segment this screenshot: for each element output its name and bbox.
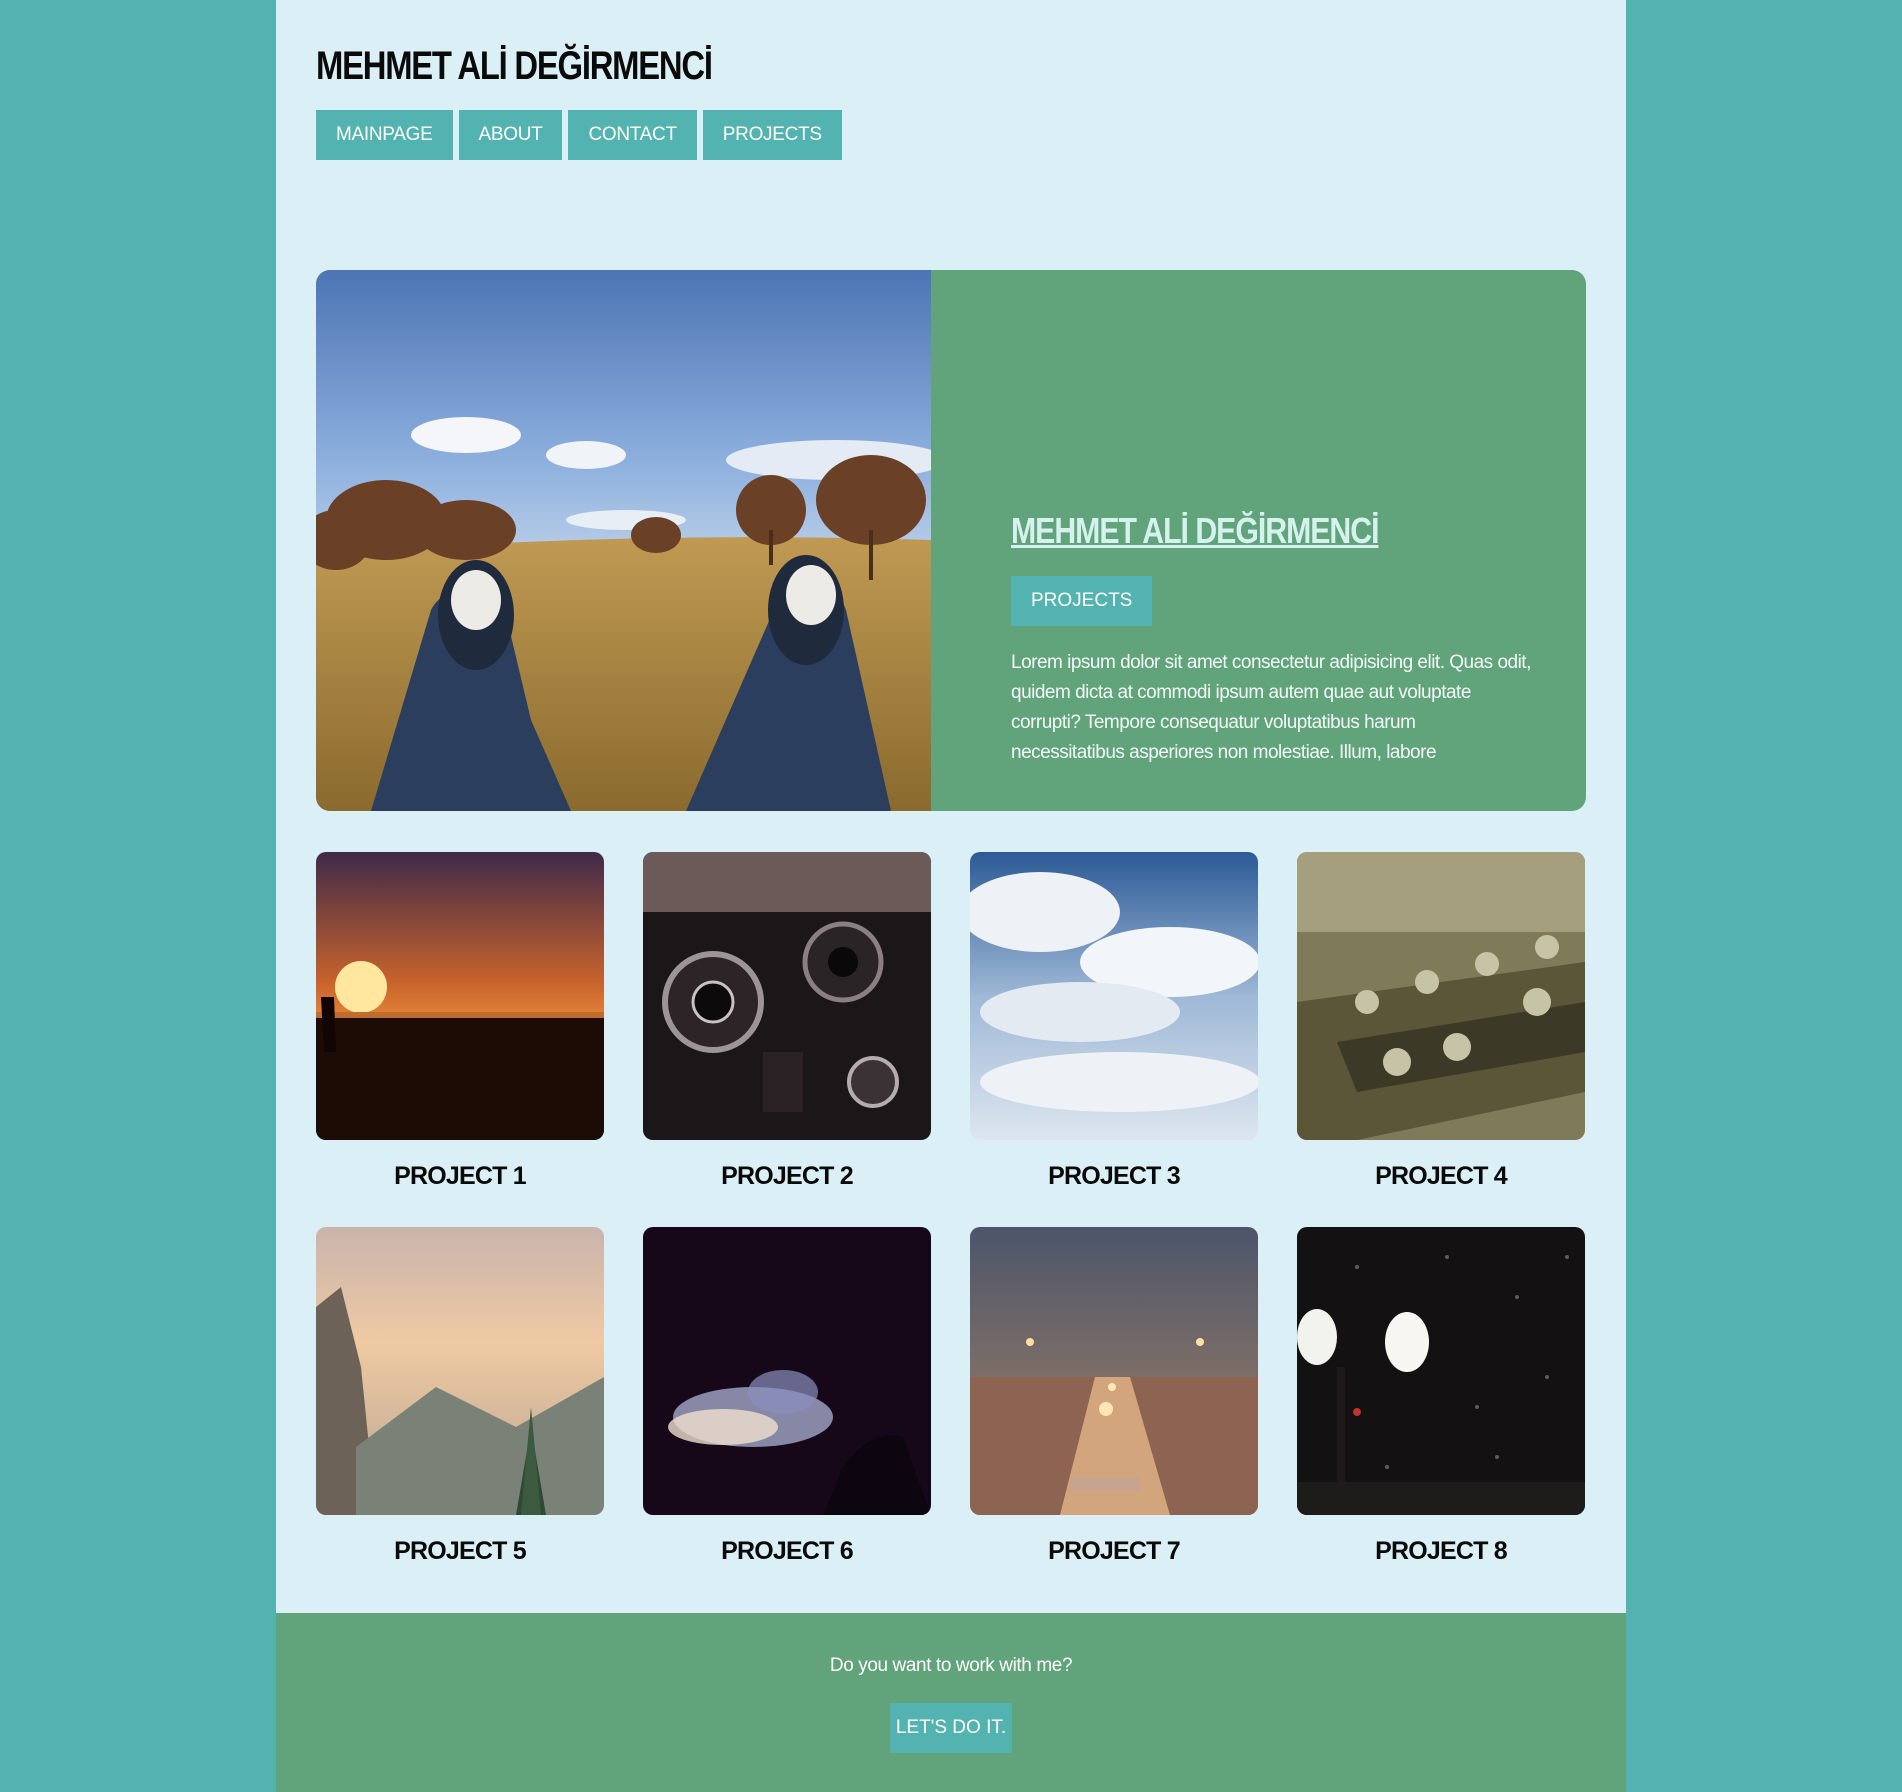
project-2-label: PROJECT 2: [721, 1162, 854, 1190]
hero-description: Lorem ipsum dolor sit amet consectetur a…: [1011, 652, 1531, 763]
project-6-image: [643, 1227, 931, 1515]
project-4-label: PROJECT 4: [1375, 1162, 1508, 1190]
project-7-label: PROJECT 7: [1048, 1537, 1181, 1565]
project-5-image: [316, 1227, 604, 1515]
projects-grid: PROJECT 1 PROJECT 2 PROJECT 3 PROJECT 4 …: [316, 852, 1586, 1567]
project-2-image: [643, 852, 931, 1140]
project-card-1[interactable]: PROJECT 1: [316, 852, 604, 1192]
hero-content: MEHMET ALİ DEĞİRMENCİ PROJECTS Lorem ips…: [1011, 510, 1531, 768]
page-container: MEHMET ALİ DEĞİRMENCİ MAINPAGE ABOUT CON…: [276, 0, 1626, 1792]
hero-photo: [316, 270, 931, 811]
nav-contact-button[interactable]: CONTACT: [568, 110, 697, 160]
nav-mainpage-button[interactable]: MAINPAGE: [316, 110, 453, 160]
project-4-image: [1297, 852, 1585, 1140]
hero-section: MEHMET ALİ DEĞİRMENCİ PROJECTS Lorem ips…: [316, 270, 1586, 811]
project-3-image: [970, 852, 1258, 1140]
project-card-4[interactable]: PROJECT 4: [1297, 852, 1585, 1192]
hero-title-link[interactable]: MEHMET ALİ DEĞİRMENCİ: [1011, 510, 1448, 552]
project-8-label: PROJECT 8: [1375, 1537, 1508, 1565]
project-card-3[interactable]: PROJECT 3: [970, 852, 1258, 1192]
nav-about-button[interactable]: ABOUT: [458, 110, 563, 160]
project-3-label: PROJECT 3: [1048, 1162, 1181, 1190]
project-6-label: PROJECT 6: [721, 1537, 854, 1565]
project-card-2[interactable]: PROJECT 2: [643, 852, 931, 1192]
project-1-label: PROJECT 1: [394, 1162, 527, 1190]
project-card-5[interactable]: PROJECT 5: [316, 1227, 604, 1567]
project-card-7[interactable]: PROJECT 7: [970, 1227, 1258, 1567]
footer-text: Do you want to work with me?: [829, 1655, 1073, 1676]
project-7-image: [970, 1227, 1258, 1515]
project-8-image: [1297, 1227, 1585, 1515]
project-card-6[interactable]: PROJECT 6: [643, 1227, 931, 1567]
project-1-image: [316, 852, 604, 1140]
project-5-label: PROJECT 5: [394, 1537, 527, 1565]
main-nav: MAINPAGE ABOUT CONTACT PROJECTS: [316, 110, 842, 160]
project-card-8[interactable]: PROJECT 8: [1297, 1227, 1585, 1567]
nav-projects-button[interactable]: PROJECTS: [702, 110, 842, 160]
site-title: MEHMET ALİ DEĞİRMENCİ: [316, 44, 713, 88]
lets-do-it-button[interactable]: LET'S DO IT.: [890, 1703, 1012, 1753]
hero-projects-button[interactable]: PROJECTS: [1011, 576, 1153, 626]
footer-cta: Do you want to work with me? LET'S DO IT…: [276, 1613, 1626, 1792]
